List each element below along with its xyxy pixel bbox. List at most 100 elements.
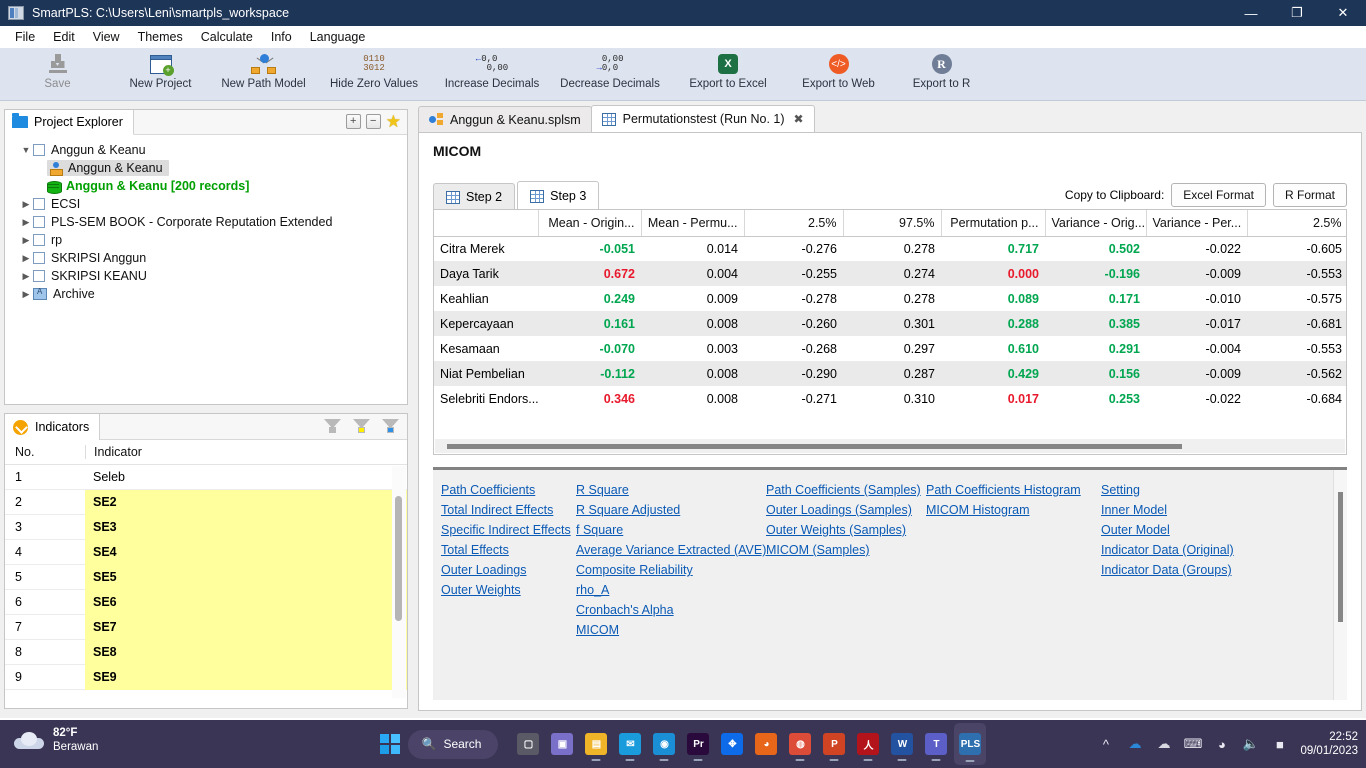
- decrease-decimals-button[interactable]: 0,00 →0,0 Decrease Decimals: [551, 49, 669, 99]
- project-explorer-tab[interactable]: Project Explorer: [5, 110, 134, 135]
- filter-blue-icon[interactable]: [382, 419, 399, 436]
- link-total-indirect-effects[interactable]: Total Indirect Effects: [441, 500, 576, 520]
- menu-view[interactable]: View: [84, 28, 129, 46]
- link-outer-loadings-samples[interactable]: Outer Loadings (Samples): [766, 500, 926, 520]
- filter-grey-icon[interactable]: [324, 419, 341, 436]
- table-horizontal-scrollbar[interactable]: [435, 439, 1345, 453]
- link-outer-weights-samples[interactable]: Outer Weights (Samples): [766, 520, 926, 540]
- link-outer-loadings[interactable]: Outer Loadings: [441, 560, 576, 580]
- editor-tab-1[interactable]: Anggun & Keanu.splsm: [418, 106, 592, 132]
- indicator-row[interactable]: 5 SE5: [5, 564, 407, 590]
- menu-file[interactable]: File: [6, 28, 44, 46]
- indicators-tab[interactable]: Indicators: [5, 414, 101, 440]
- micom-results-grid[interactable]: Mean - Origin... Mean - Permu... 2.5% 97.5%…: [433, 209, 1347, 455]
- table-scroll-thumb[interactable]: [447, 444, 1182, 449]
- menu-calculate[interactable]: Calculate: [192, 28, 262, 46]
- tree-item-rp[interactable]: ▶ rp: [5, 231, 407, 249]
- project-checkbox[interactable]: [33, 252, 45, 264]
- menu-edit[interactable]: Edit: [44, 28, 84, 46]
- link-rho-a[interactable]: rho_A: [576, 580, 766, 600]
- project-checkbox[interactable]: [33, 234, 45, 246]
- table-row[interactable]: Keahlian 0.249 0.009 -0.278 0.278 0.089 0.171 -…: [434, 286, 1346, 311]
- acrobat-reader-icon[interactable]: 人: [852, 724, 884, 764]
- table-row[interactable]: Selebriti Endors... 0.346 0.008 -0.271 0.310…: [434, 386, 1346, 411]
- link-average-variance-extracted-ave[interactable]: Average Variance Extracted (AVE): [576, 540, 766, 560]
- chevron-right-icon[interactable]: ▶: [19, 217, 33, 228]
- column-header-1[interactable]: Mean - Origin...: [538, 210, 642, 237]
- link-micom[interactable]: MICOM: [576, 620, 766, 640]
- project-checkbox[interactable]: [33, 270, 45, 282]
- project-checkbox[interactable]: [33, 144, 45, 156]
- table-row[interactable]: Kesamaan -0.070 0.003 -0.268 0.297 0.610 0.291…: [434, 336, 1346, 361]
- dropbox-icon[interactable]: ✥: [716, 724, 748, 764]
- link-path-coefficients-samples[interactable]: Path Coefficients (Samples): [766, 480, 926, 500]
- collapse-all-button[interactable]: −: [365, 114, 381, 129]
- tree-item-pls-sem-book-corporate-reputation-extended[interactable]: ▶ PLS-SEM BOOK - Corporate Reputation Ext…: [5, 213, 407, 231]
- link-path-coefficients-histogram[interactable]: Path Coefficients Histogram: [926, 480, 1101, 500]
- column-header-4[interactable]: 97.5%: [843, 210, 942, 237]
- project-checkbox[interactable]: [33, 198, 45, 210]
- chevron-right-icon[interactable]: ▶: [19, 271, 33, 282]
- wifi-icon[interactable]: ◕: [1213, 736, 1230, 753]
- onedrive-white-icon[interactable]: ☁: [1155, 736, 1172, 753]
- indicator-row[interactable]: 2 SE2: [5, 489, 407, 515]
- export-to-r-button[interactable]: R Export to R: [890, 49, 993, 99]
- chevron-right-icon[interactable]: ▶: [19, 235, 33, 246]
- onedrive-blue-icon[interactable]: ☁: [1126, 736, 1143, 753]
- link-cronbach-s-alpha[interactable]: Cronbach's Alpha: [576, 600, 766, 620]
- indicator-row[interactable]: 1 Seleb: [5, 465, 407, 490]
- taskbar-search[interactable]: 🔍 Search: [407, 729, 499, 759]
- close-tab-icon[interactable]: ✖: [794, 112, 804, 126]
- export-to-excel-button[interactable]: X Export to Excel: [669, 49, 787, 99]
- r-format-button[interactable]: R Format: [1272, 183, 1347, 207]
- maximize-button[interactable]: ❐: [1274, 0, 1320, 26]
- chevron-right-icon[interactable]: ▶: [19, 253, 33, 264]
- battery-icon[interactable]: ■: [1271, 736, 1288, 753]
- link-micom-samples[interactable]: MICOM (Samples): [766, 540, 926, 560]
- chevron-down-icon[interactable]: ▼: [19, 145, 33, 155]
- link-f-square[interactable]: f Square: [576, 520, 766, 540]
- keyboard-icon[interactable]: ⌨: [1184, 736, 1203, 753]
- indicators-scroll-thumb[interactable]: [395, 496, 402, 621]
- link-specific-indirect-effects[interactable]: Specific Indirect Effects: [441, 520, 576, 540]
- tree-item-anggun-keanu[interactable]: ▼ Anggun & Keanu: [5, 141, 407, 159]
- project-checkbox[interactable]: [33, 216, 45, 228]
- taskbar-clock[interactable]: 22:52 09/01/2023: [1300, 730, 1358, 758]
- menu-info[interactable]: Info: [262, 28, 301, 46]
- indicator-row[interactable]: 9 SE9: [5, 664, 407, 690]
- tree-item-anggun-keanu-200-records[interactable]: Anggun & Keanu [200 records]: [5, 177, 407, 195]
- mail-icon[interactable]: ✉: [614, 724, 646, 764]
- tree-item-archive[interactable]: ▶ Archive: [5, 285, 407, 303]
- tab-step-2[interactable]: Step 2: [433, 183, 516, 210]
- powerpoint-icon[interactable]: P: [818, 724, 850, 764]
- link-total-effects[interactable]: Total Effects: [441, 540, 576, 560]
- task-view-icon[interactable]: ▢: [512, 724, 544, 764]
- column-header-3[interactable]: 2.5%: [744, 210, 844, 237]
- column-header-5[interactable]: Permutation p...: [941, 210, 1046, 237]
- editor-tab-2[interactable]: Permutationstest (Run No. 1) ✖: [590, 105, 815, 132]
- chevron-up-icon[interactable]: ^: [1097, 736, 1114, 753]
- column-header-6[interactable]: Variance - Orig...: [1045, 210, 1147, 237]
- new-path-model-button[interactable]: New Path Model: [212, 49, 315, 99]
- file-explorer-icon[interactable]: ▤: [580, 724, 612, 764]
- export-to-web-button[interactable]: </> Export to Web: [787, 49, 890, 99]
- tree-item-anggun-keanu[interactable]: Anggun & Keanu: [5, 159, 407, 177]
- table-corner-header[interactable]: [434, 210, 539, 237]
- table-row[interactable]: Citra Merek -0.051 0.014 -0.276 0.278 0.717 0.…: [434, 236, 1346, 261]
- windows-start-icon[interactable]: [379, 734, 400, 754]
- table-row[interactable]: Kepercayaan 0.161 0.008 -0.260 0.301 0.288 0.3…: [434, 311, 1346, 336]
- volume-icon[interactable]: 🔈: [1242, 736, 1259, 753]
- edge-icon[interactable]: ◉: [648, 724, 680, 764]
- menu-language[interactable]: Language: [301, 28, 375, 46]
- tree-item-skripsi-anggun[interactable]: ▶ SKRIPSI Anggun: [5, 249, 407, 267]
- links-scrollbar[interactable]: [1333, 470, 1347, 700]
- excel-format-button[interactable]: Excel Format: [1171, 183, 1266, 207]
- chrome-icon[interactable]: ◍: [784, 724, 816, 764]
- expand-all-button[interactable]: +: [345, 114, 361, 129]
- column-header-8[interactable]: 2.5%: [1247, 210, 1346, 237]
- increase-decimals-button[interactable]: ←0,0 0,00 Increase Decimals: [433, 49, 551, 99]
- menu-themes[interactable]: Themes: [129, 28, 192, 46]
- link-r-square-adjusted[interactable]: R Square Adjusted: [576, 500, 766, 520]
- indicators-scrollbar[interactable]: [392, 466, 406, 698]
- teams-icon[interactable]: T: [920, 724, 952, 764]
